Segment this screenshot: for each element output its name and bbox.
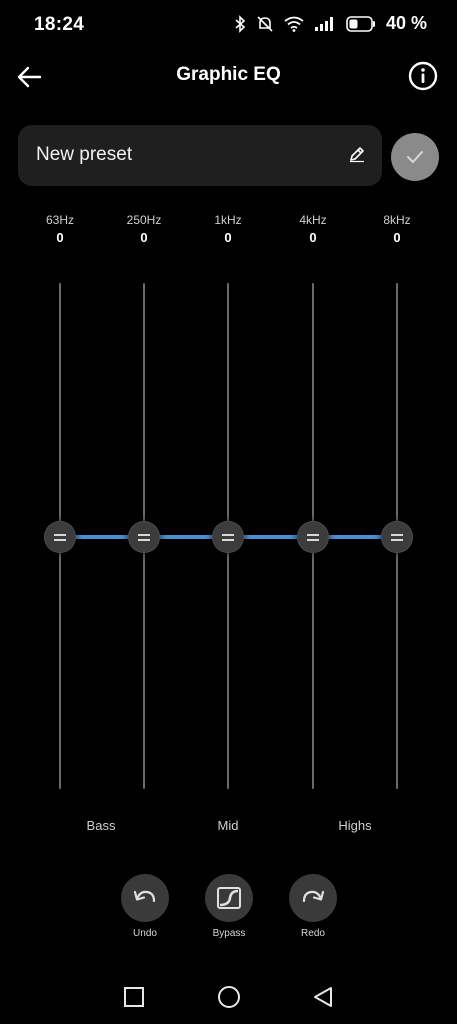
band-frequency: 250Hz: [126, 213, 162, 227]
slider-knob-8khz[interactable]: [381, 521, 413, 553]
range-label-mid: Mid: [217, 818, 239, 833]
preset-name-field[interactable]: New preset: [18, 125, 382, 186]
band-250hz: 250Hz 0: [114, 213, 174, 245]
graphic-eq-screen: 18:24 40 % Graphic EQ New preset 63Hz 0 …: [0, 0, 457, 1024]
redo-icon: [302, 890, 325, 903]
undo-label: Undo: [133, 928, 157, 939]
band-gain: 0: [309, 230, 317, 245]
band-1khz: 1kHz 0: [198, 213, 258, 245]
bypass-button[interactable]: [205, 874, 253, 922]
signal-icon: [314, 16, 333, 31]
bypass-label: Bypass: [212, 928, 246, 939]
band-4khz: 4kHz 0: [283, 213, 343, 245]
slider-knob-250hz[interactable]: [128, 521, 160, 553]
band-gain: 0: [224, 230, 232, 245]
undo-button[interactable]: [121, 874, 169, 922]
band-gain: 0: [56, 230, 64, 245]
band-63hz: 63Hz 0: [30, 213, 90, 245]
status-bar: 18:24 40 %: [0, 0, 457, 48]
info-button[interactable]: [407, 60, 439, 92]
grip-icon: [222, 533, 234, 541]
pencil-icon[interactable]: [348, 145, 366, 163]
bypass-action: Bypass: [199, 874, 259, 939]
grip-icon: [307, 533, 319, 541]
recent-apps-button[interactable]: [123, 986, 145, 1008]
undo-icon: [133, 890, 156, 903]
status-icons: 40 %: [234, 13, 427, 34]
page-title: Graphic EQ: [176, 64, 281, 85]
home-button[interactable]: [217, 985, 241, 1009]
redo-label: Redo: [301, 928, 325, 939]
bypass-icon: [217, 887, 241, 909]
band-frequency: 63Hz: [45, 213, 74, 227]
battery-percent: 40 %: [385, 13, 427, 33]
slider-knob-63hz[interactable]: [44, 521, 76, 553]
band-gain: 0: [393, 230, 401, 245]
redo-action: Redo: [283, 874, 343, 939]
confirm-preset-button[interactable]: [391, 133, 439, 181]
grip-icon: [391, 533, 403, 541]
grip-icon: [54, 533, 66, 541]
preset-name: New preset: [36, 144, 133, 165]
band-8khz: 8kHz 0: [367, 213, 427, 245]
range-label-highs: Highs: [338, 818, 372, 833]
wifi-icon: [284, 16, 304, 32]
band-frequency: 8kHz: [383, 213, 411, 227]
info-icon: [408, 61, 438, 91]
status-time: 18:24: [34, 14, 85, 35]
undo-action: Undo: [115, 874, 175, 939]
notifications-muted-icon: [257, 15, 273, 32]
slider-knob-1khz[interactable]: [212, 521, 244, 553]
band-frequency: 1kHz: [214, 213, 242, 227]
checkmark-icon: [407, 151, 423, 163]
back-nav-button[interactable]: [312, 986, 334, 1008]
band-gain: 0: [140, 230, 148, 245]
band-frequency: 4kHz: [299, 213, 327, 227]
redo-button[interactable]: [289, 874, 337, 922]
range-label-bass: Bass: [86, 818, 116, 833]
bluetooth-icon: [235, 14, 246, 33]
slider-knob-4khz[interactable]: [297, 521, 329, 553]
battery-icon: [346, 15, 375, 32]
grip-icon: [138, 533, 150, 541]
